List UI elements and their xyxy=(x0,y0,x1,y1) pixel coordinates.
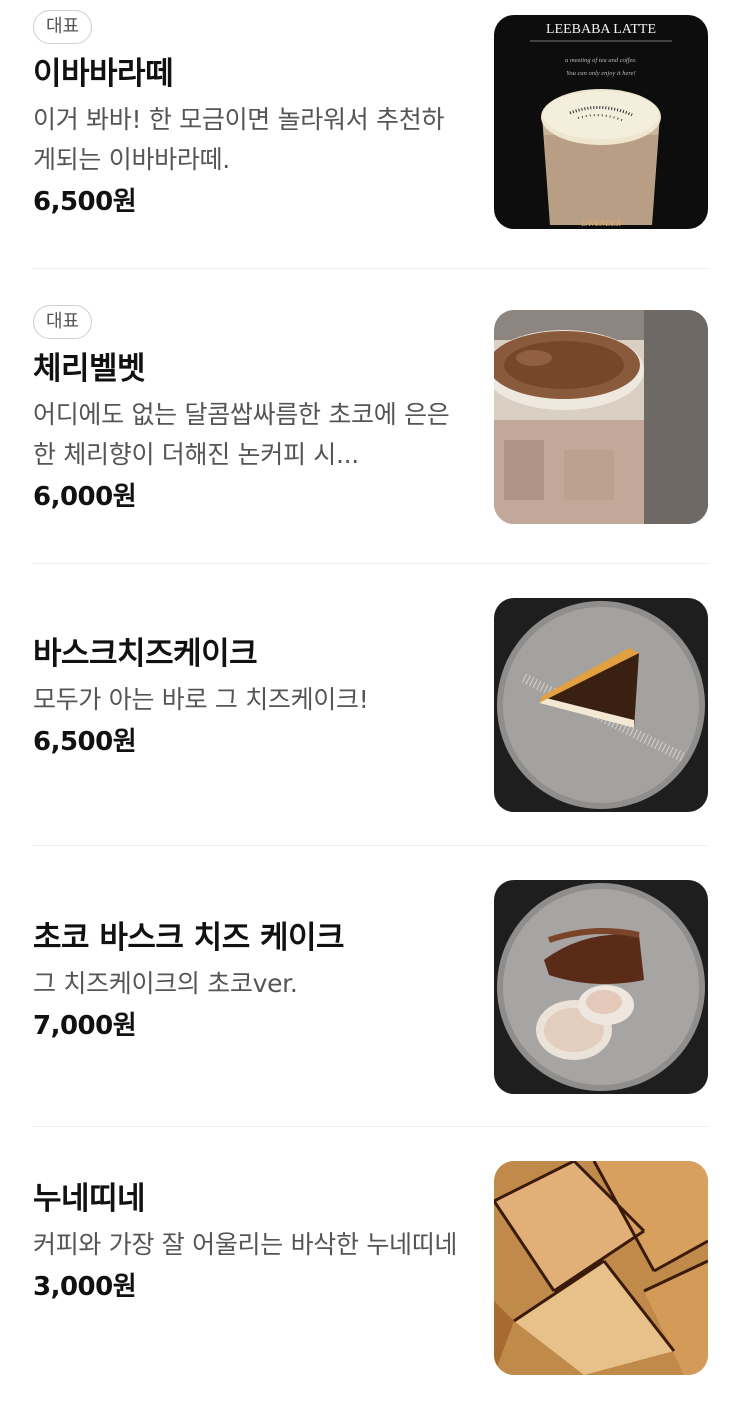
basque-cheesecake-photo xyxy=(494,598,708,812)
menu-item-price: 6,500원 xyxy=(33,727,137,757)
menu-item-image[interactable] xyxy=(494,880,708,1094)
menu-item-price: 6,000원 xyxy=(33,482,137,512)
menu-item-price: 3,000원 xyxy=(33,1272,137,1302)
cherry-velvet-photo xyxy=(494,310,708,524)
menu-item-name: 초코 바스크 치즈 케이크 xyxy=(33,920,345,956)
menu-item-info: 바스크치즈케이크 모두가 아는 바로 그 치즈케이크! 6,500원 xyxy=(33,632,463,762)
menu-item-info: 초코 바스크 치즈 케이크 그 치즈케이크의 초코ver. 7,000원 xyxy=(33,916,463,1046)
menu-item-name: 이바바라떼 xyxy=(33,56,174,92)
menu-item-description: 그 치즈케이크의 초코ver. xyxy=(33,969,298,998)
menu-item-name: 바스크치즈케이크 xyxy=(33,636,258,672)
menu-item-image[interactable]: LEEBABA LATTE a meeting of tea and coffe… xyxy=(494,15,708,229)
menu-item-name: 체리벨벳 xyxy=(33,351,146,387)
menu-item-info: 누네띠네 커피와 가장 잘 어울리는 바삭한 누네띠네 3,000원 xyxy=(33,1177,463,1307)
menu-item-description: 이거 봐바! 한 모금이면 놀라워서 추천하게되는 이바바라떼. xyxy=(33,105,445,174)
nunettine-photo xyxy=(494,1161,708,1375)
signature-badge: 대표 xyxy=(33,305,93,339)
choco-basque-cheesecake-photo xyxy=(494,880,708,1094)
menu-item[interactable]: 누네띠네 커피와 가장 잘 어울리는 바삭한 누네띠네 3,000원 xyxy=(33,1127,708,1403)
menu-item[interactable]: 대표 이바바라떼 이거 봐바! 한 모금이면 놀라워서 추천하게되는 이바바라떼… xyxy=(33,0,708,269)
menu-item-description: 커피와 가장 잘 어울리는 바삭한 누네띠네 xyxy=(33,1230,458,1259)
menu-item-image[interactable] xyxy=(494,310,708,524)
latte-photo: LEEBABA LATTE a meeting of tea and coffe… xyxy=(494,15,708,229)
signature-badge: 대표 xyxy=(33,10,93,44)
image-title: LEEBABA LATTE xyxy=(546,22,656,37)
menu-item-description: 모두가 아는 바로 그 치즈케이크! xyxy=(33,685,369,714)
menu-item-info: 대표 체리벨벳 어디에도 없는 달콤쌉싸름한 초코에 은은한 체리향이 더해진 … xyxy=(33,305,463,517)
menu-item-name: 누네띠네 xyxy=(33,1181,146,1217)
menu-item[interactable]: 바스크치즈케이크 모두가 아는 바로 그 치즈케이크! 6,500원 xyxy=(33,564,708,846)
menu-item-image[interactable] xyxy=(494,1161,708,1375)
menu-item[interactable]: 초코 바스크 치즈 케이크 그 치즈케이크의 초코ver. 7,000원 xyxy=(33,846,708,1127)
menu-item-price: 6,500원 xyxy=(33,187,137,217)
menu-item-price: 7,000원 xyxy=(33,1011,137,1041)
menu-item-image[interactable] xyxy=(494,598,708,812)
image-footer: LAVENDER xyxy=(580,219,621,228)
image-subtitle: a meeting of tea and coffee. xyxy=(565,57,637,64)
menu-item-info: 대표 이바바라떼 이거 봐바! 한 모금이면 놀라워서 추천하게되는 이바바라떼… xyxy=(33,10,463,222)
menu-item[interactable]: 대표 체리벨벳 어디에도 없는 달콤쌉싸름한 초코에 은은한 체리향이 더해진 … xyxy=(33,269,708,564)
menu-item-description: 어디에도 없는 달콤쌉싸름한 초코에 은은한 체리향이 더해진 논커피 시... xyxy=(33,400,450,469)
image-subtitle: You can only enjoy it here! xyxy=(566,70,635,77)
